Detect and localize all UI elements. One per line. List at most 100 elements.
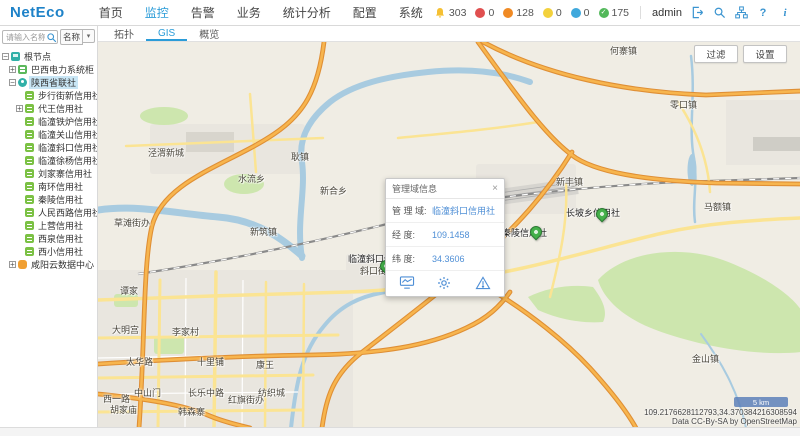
sidebar-search-row: 名称 ▾ bbox=[0, 26, 97, 47]
warning-alarm-counter[interactable]: 0 bbox=[571, 7, 590, 19]
menu-item-4[interactable]: 统计分析 bbox=[283, 4, 331, 21]
about-icon[interactable]: i bbox=[778, 6, 792, 20]
site-icon bbox=[25, 247, 34, 256]
counter-value: 175 bbox=[612, 7, 630, 19]
sidebar: 名称 ▾ −根节点 + 巴西电力系统柜−陕西省联社步行街新信用社+代王信用社临潼铁炉… bbox=[0, 26, 98, 427]
tree-node[interactable]: −根节点 bbox=[0, 50, 97, 63]
search-icon[interactable] bbox=[712, 6, 726, 20]
tree-node[interactable]: 步行街新信用社 bbox=[0, 89, 97, 102]
major-alarm-icon bbox=[503, 8, 513, 18]
tree-node[interactable]: −陕西省联社 bbox=[0, 76, 97, 89]
major-alarm-counter[interactable]: 128 bbox=[503, 7, 534, 19]
map-label: 大明宫 bbox=[112, 323, 139, 336]
map-label: 金山镇 bbox=[692, 352, 719, 365]
cursor-coordinates: 109.2176628112793,34.370384216308594 bbox=[644, 408, 797, 417]
site-icon bbox=[25, 130, 34, 139]
minor-alarm-icon bbox=[543, 8, 553, 18]
tree-node[interactable]: 临潼徐杨信用社 bbox=[0, 154, 97, 167]
domain-value-link[interactable]: 临潼斜口信用社 bbox=[432, 204, 495, 217]
tree-node-label: 临潼关山信用社 bbox=[36, 128, 98, 141]
navbar-right: 303012800✓175 admin ?i bbox=[434, 6, 792, 20]
tree-node-label: 巴西电力系统柜 bbox=[29, 63, 96, 76]
expand-icon[interactable]: + bbox=[9, 66, 16, 73]
expand-icon[interactable]: + bbox=[16, 105, 23, 112]
tab-概览[interactable]: 概览 bbox=[187, 26, 231, 41]
close-icon[interactable]: × bbox=[492, 184, 498, 194]
menu-item-0[interactable]: 首页 bbox=[99, 4, 123, 21]
map-label: 太华路 bbox=[126, 355, 153, 368]
minor-alarm-counter[interactable]: 0 bbox=[543, 7, 562, 19]
tab-gis[interactable]: GIS bbox=[146, 26, 187, 41]
menu-item-5[interactable]: 配置 bbox=[353, 4, 377, 21]
map-label: 康王 bbox=[256, 358, 274, 371]
counter-value: 0 bbox=[556, 7, 562, 19]
tab-拓扑[interactable]: 拓扑 bbox=[102, 26, 146, 41]
config-icon[interactable] bbox=[437, 276, 454, 291]
scale-bar: 5 km bbox=[734, 397, 788, 407]
search-icon[interactable] bbox=[46, 32, 57, 43]
tree-node[interactable]: 人民西路信用社 bbox=[0, 206, 97, 219]
tree-node[interactable]: + 巴西电力系统柜 bbox=[0, 63, 97, 76]
monitor-icon bbox=[11, 52, 20, 61]
logout-icon[interactable] bbox=[690, 6, 704, 20]
normal-status-counter[interactable]: ✓175 bbox=[599, 7, 630, 19]
menu-item-6[interactable]: 系统 bbox=[399, 4, 423, 21]
filter-button[interactable]: 过滤 bbox=[694, 45, 738, 63]
critical-alarm-counter[interactable]: 0 bbox=[475, 7, 494, 19]
tree-node[interactable]: +代王信用社 bbox=[0, 102, 97, 115]
tree-node[interactable]: +咸阳云数据中心 bbox=[0, 258, 97, 271]
counter-value: 0 bbox=[584, 7, 590, 19]
map-label: 谭家 bbox=[120, 284, 138, 297]
longitude-value: 109.1458 bbox=[432, 230, 470, 240]
menu-item-2[interactable]: 告警 bbox=[191, 4, 215, 21]
performance-icon[interactable] bbox=[399, 276, 416, 291]
chevron-down-icon[interactable]: ▾ bbox=[83, 29, 95, 43]
site-icon bbox=[25, 195, 34, 204]
tree-node[interactable]: 刘家寨信用社 bbox=[0, 167, 97, 180]
map-label: 新合乡 bbox=[320, 184, 347, 197]
menu-item-3[interactable]: 业务 bbox=[237, 4, 261, 21]
normal-status-icon: ✓ bbox=[599, 8, 609, 18]
settings-button[interactable]: 设置 bbox=[743, 45, 787, 63]
site-icon bbox=[25, 156, 34, 165]
counter-value: 0 bbox=[488, 7, 494, 19]
topology-icon[interactable] bbox=[734, 6, 748, 20]
map-label: 韩森寨 bbox=[178, 405, 205, 418]
map-label: 李家村 bbox=[172, 325, 199, 338]
user-menu[interactable]: admin bbox=[652, 7, 682, 19]
alert-bell-counter[interactable]: 303 bbox=[434, 7, 467, 19]
tree-node-label: 临潼铁炉信用社 bbox=[36, 115, 98, 128]
alarm-icon[interactable] bbox=[475, 276, 492, 291]
tree-node[interactable]: 临潼铁炉信用社 bbox=[0, 115, 97, 128]
help-icon[interactable]: ? bbox=[756, 6, 770, 20]
tree-node[interactable]: 临潼关山信用社 bbox=[0, 128, 97, 141]
tree-node-label: 刘家寨信用社 bbox=[36, 167, 94, 180]
content-area: 名称 ▾ −根节点 + 巴西电力系统柜−陕西省联社步行街新信用社+代王信用社临潼铁炉… bbox=[0, 26, 800, 427]
domain-label: 管 理 域: bbox=[392, 204, 432, 217]
tree-node[interactable]: 西小信用社 bbox=[0, 245, 97, 258]
map-label: 泾渭新城 bbox=[148, 146, 184, 159]
name-filter-button[interactable]: 名称 bbox=[60, 29, 83, 45]
main-menu: 首页 监控 告警 业务 统计分析 配置 系统 bbox=[99, 4, 423, 21]
tree-node[interactable]: 秦陵信用社 bbox=[0, 193, 97, 206]
cloud-icon bbox=[18, 260, 27, 269]
collapse-icon[interactable]: − bbox=[9, 79, 16, 86]
counter-value: 128 bbox=[516, 7, 534, 19]
tree-node[interactable]: 上营信用社 bbox=[0, 219, 97, 232]
map-label: 新筑镇 bbox=[250, 225, 277, 238]
expand-icon[interactable]: + bbox=[9, 261, 16, 268]
alarm-counters: 303 0 128 0 0 ✓175 bbox=[434, 7, 629, 19]
menu-item-1[interactable]: 监控 bbox=[145, 4, 169, 21]
tree-node[interactable]: 南环信用社 bbox=[0, 180, 97, 193]
map-label: 水流乡 bbox=[238, 172, 265, 185]
tree-node[interactable]: 临潼斜口信用社 bbox=[0, 141, 97, 154]
collapse-icon[interactable]: − bbox=[2, 53, 9, 60]
gis-map[interactable]: 何寨镇零口镇耿镇泾渭新城水流乡新合乡新丰镇马额镇草滩街办新筑镇斜口街办谭家大明宫… bbox=[98, 42, 800, 427]
map-label: 十里铺 bbox=[197, 355, 224, 368]
tree-node-label: 上营信用社 bbox=[36, 219, 85, 232]
latitude-label: 纬 度: bbox=[392, 252, 432, 265]
tree-node[interactable]: 西泉信用社 bbox=[0, 232, 97, 245]
map-label: 长乐中路 bbox=[188, 386, 224, 399]
nav-action-icons: ?i bbox=[690, 6, 792, 20]
tree-node-label: 秦陵信用社 bbox=[36, 193, 85, 206]
